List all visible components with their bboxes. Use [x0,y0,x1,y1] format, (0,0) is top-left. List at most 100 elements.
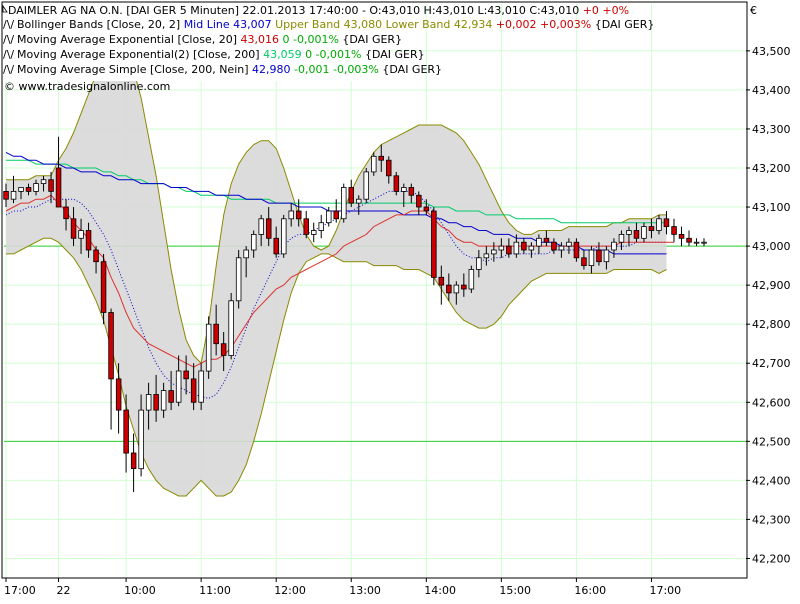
candle-body [416,194,422,208]
candle-body [536,237,542,247]
candle-body [333,210,339,220]
legend-line-sma200: /\/ Moving Average Simple [Close, 200, N… [3,63,442,76]
y-tick-label: 42,400 [752,474,791,487]
y-tick-label: 42,500 [752,435,791,448]
candle-body [25,187,32,192]
wave-icon[interactable]: /\/ [3,18,14,31]
candle-body [476,257,482,270]
y-tick-label: 43,200 [752,162,791,175]
candle-body [108,312,114,380]
candle-body [243,249,249,259]
candle [228,292,234,360]
candle-body [348,187,354,204]
candle-body [40,179,47,184]
candle-body [506,245,512,255]
wave-icon[interactable]: /\/ [3,48,14,61]
x-tick-label: 22 [57,584,71,597]
candle [235,250,242,309]
candle-body [483,253,490,259]
candle-body [618,233,625,243]
wave-icon[interactable]: /\/ [3,63,14,76]
y-tick-label: 42,300 [752,513,791,526]
candle-body [130,452,137,470]
candle-body [686,237,692,243]
candle-body [258,218,264,235]
y-tick-label: 42,900 [752,279,791,292]
candle-body [100,261,107,313]
candle-body [145,394,152,411]
candle-body [633,230,640,239]
candle-body [63,206,69,220]
candle-body [453,284,460,294]
candle-body [303,218,309,235]
candle-body [220,343,227,356]
svg-text:DAIMLER AG NA O.N. [DAI GER 5: DAIMLER AG NA O.N. [DAI GER 5 Minuten] 2… [8,4,629,17]
candle [205,316,212,379]
candle-body [581,257,587,266]
candle [280,214,287,258]
candle-body [340,187,347,220]
candle-body [198,370,204,403]
y-tick-label: 42,700 [752,357,791,370]
candle-body [521,241,527,251]
svg-text:Bollinger Bands [Close, 20, 2]: Bollinger Bands [Close, 20, 2] Mid Line … [17,18,654,31]
candle-body [3,190,9,200]
x-tick-label: 17:00 [4,584,36,597]
candle-body [431,210,437,278]
candle-body [641,226,647,239]
legend-line-title: DAIMLER AG NA O.N. [DAI GER 5 Minuten] 2… [2,4,629,17]
candle-body [648,226,655,231]
candle-body [265,218,272,239]
x-tick-label: 17:00 [649,584,681,597]
candle-body [10,190,17,200]
candle-body [93,249,99,263]
legend-title-change: +0 +0% [583,4,629,17]
candle-body [273,237,279,255]
candle-body [656,218,662,231]
candle-body [168,390,174,403]
candle-body [701,241,707,244]
candle-body [468,269,475,290]
candle-body [310,230,317,235]
candle-body [408,187,415,196]
candle-body [123,409,129,454]
candle [468,265,475,293]
legend-line-ema20: /\/ Moving Average Exponential [Close, 2… [3,33,402,46]
candle-body [228,300,234,356]
candle-body [385,159,392,177]
candle-body [461,284,467,290]
candle-body [498,245,505,251]
candle-body [153,394,159,411]
candle-body [370,155,377,173]
candle-body [18,187,24,192]
candle-body [596,249,602,263]
candle-body [678,233,685,239]
candle-body [33,183,39,192]
candle-body [551,241,557,251]
candle-body [160,390,167,411]
candle-body [528,245,535,251]
candle-body [355,198,362,204]
candle-body [378,155,384,161]
x-tick-label: 16:00 [574,584,606,597]
legend-title-text: DAIMLER AG NA O.N. [DAI GER 5 Minuten] 2… [8,4,583,17]
candle-body [663,218,670,228]
candle-body [603,249,610,263]
legend-line-ema200: /\/ Moving Average Exponential(2) [Close… [3,48,425,61]
candle-body [626,230,632,235]
candle-body [573,241,580,259]
wave-icon[interactable]: /\/ [3,33,14,46]
candle-body [671,226,677,235]
svg-text:Moving Average Exponential [Cl: Moving Average Exponential [Close, 20] 4… [17,33,402,46]
x-tick-label: 15:00 [499,584,531,597]
candle-body [423,206,430,212]
candle-body [566,241,572,247]
y-tick-label: 42,800 [752,318,791,331]
x-tick-label: 11:00 [199,584,231,597]
candle [363,168,369,204]
candle-body [438,276,445,286]
candle-body [363,171,369,200]
stock-chart: 42,200 42,300 42,400 42,500 42,600 42,700 42,8… [0,0,800,600]
svg-text:Moving Average Exponential(2): Moving Average Exponential(2) [Close, 20… [17,48,425,61]
candle-body [393,175,400,192]
